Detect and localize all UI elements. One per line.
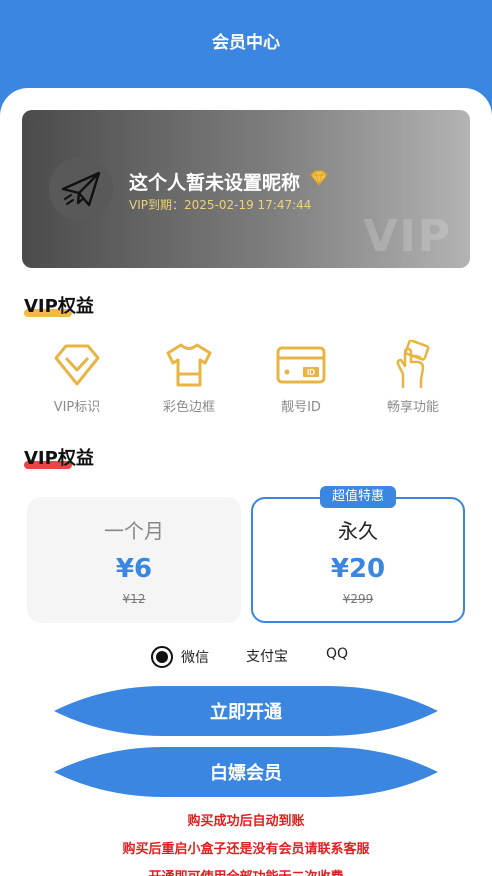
benefit-pretty-id[interactable]: ID 靓号ID — [246, 340, 356, 415]
note-contact-support: 购买后重启小盒子还是没有会员请联系客服 — [122, 842, 370, 857]
diamond-icon — [54, 344, 100, 386]
benefits-section-title: VIP权益 — [24, 296, 94, 317]
payment-option-qq[interactable]: QQ — [326, 646, 348, 662]
free-member-button[interactable]: 白嫖会员 — [54, 747, 438, 797]
note-no-extra-charge: 开通即可使用全部功能无二次收费 — [0, 866, 492, 876]
plan-one-month[interactable]: 一个月 ¥6 ¥12 — [27, 497, 241, 623]
hand-card-icon — [396, 340, 430, 388]
page-title: 会员中心 — [212, 33, 280, 53]
plan-original-price: ¥299 — [342, 592, 374, 606]
special-offer-badge: 超值特惠 — [320, 486, 396, 508]
vip-watermark: VIP — [363, 211, 452, 262]
plan-name: 一个月 — [104, 519, 164, 543]
paper-plane-icon — [61, 171, 101, 207]
activate-button[interactable]: 立即开通 — [54, 686, 438, 736]
plan-original-price: ¥12 — [122, 592, 146, 606]
payment-option-wechat[interactable]: 微信 — [151, 646, 209, 668]
note-auto-credit: 购买成功后自动到账 — [187, 814, 305, 829]
benefit-color-frame[interactable]: 彩色边框 — [134, 340, 244, 415]
benefit-vip-badge[interactable]: VIP标识 — [22, 340, 132, 415]
profile-card: 这个人暂未设置昵称 VIP到期：2025-02-19 17:47:44 VIP — [22, 110, 470, 268]
payment-option-alipay[interactable]: 支付宝 — [246, 646, 288, 666]
plan-name: 永久 — [338, 519, 378, 543]
nickname: 这个人暂未设置昵称 — [129, 172, 301, 194]
vip-expire-date: VIP到期：2025-02-19 17:47:44 — [129, 198, 312, 212]
plans-section-title: VIP权益 — [24, 448, 94, 469]
svg-text:ID: ID — [307, 368, 315, 377]
gem-icon — [310, 170, 328, 186]
plan-price: ¥20 — [330, 554, 386, 584]
radio-selected-icon[interactable] — [151, 646, 173, 668]
tshirt-icon — [166, 343, 212, 387]
id-card-icon: ID — [276, 346, 326, 384]
plan-price: ¥6 — [115, 554, 153, 584]
avatar[interactable] — [49, 157, 113, 221]
plan-lifetime[interactable]: 永久 ¥20 ¥299 — [251, 497, 465, 623]
header: 会员中心 — [0, 0, 492, 90]
benefit-full-features[interactable]: 畅享功能 — [358, 340, 468, 415]
